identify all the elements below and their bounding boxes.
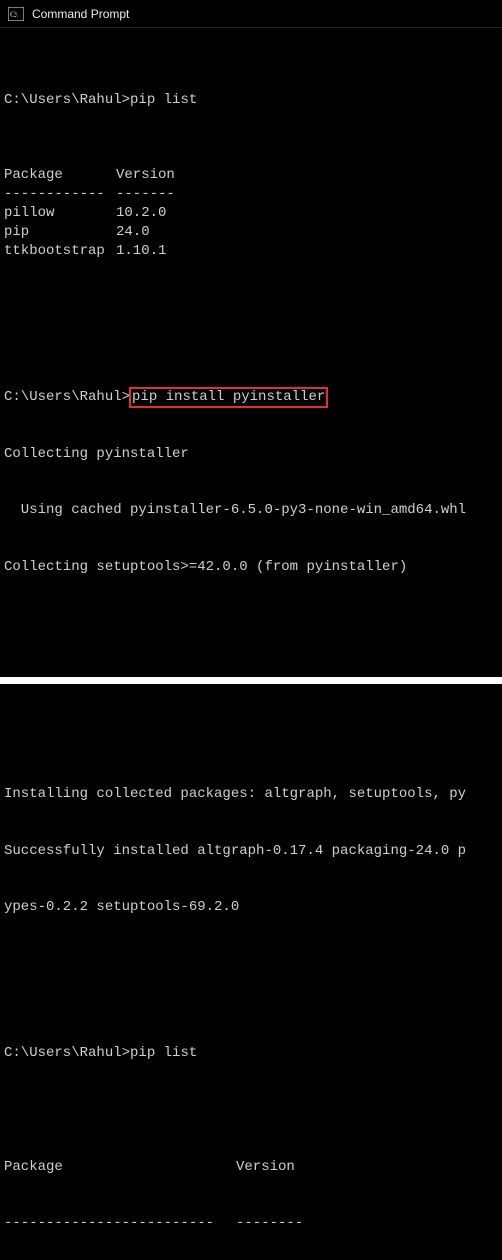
section-gap <box>0 677 502 684</box>
install-summary-line: ypes-0.2.2 setuptools-69.2.0 <box>4 898 498 917</box>
install-summary-line: Installing collected packages: altgraph,… <box>4 785 498 804</box>
table-row: pip24.0 <box>4 223 175 242</box>
cmd-text: pip list <box>130 92 197 108</box>
block1-cmd-line: C:\Users\Rahul>pip list <box>4 91 498 110</box>
svg-text:C:\: C:\ <box>10 10 19 19</box>
install-output-line: Collecting setuptools>=42.0.0 (from pyin… <box>4 558 498 577</box>
header-package: Package <box>4 1158 236 1177</box>
pip-list-table-1: Package Version ------------ ------- pil… <box>4 166 175 260</box>
window-titlebar[interactable]: C:\ Command Prompt <box>0 0 502 28</box>
cmd-icon: C:\ <box>8 7 24 21</box>
table-separator: --------------------------------- <box>4 1214 498 1233</box>
table-separator: ------------ ------- <box>4 185 175 204</box>
install-output-line: Collecting pyinstaller <box>4 445 498 464</box>
header-version: Version <box>236 1159 295 1175</box>
pip-list-table-2: PackageVersion -------------------------… <box>4 1120 498 1260</box>
block2-cmd-line: C:\Users\Rahul>pip list <box>4 1044 498 1063</box>
terminal-area[interactable]: C:\Users\Rahul>pip list Package Version … <box>0 28 502 1260</box>
install-cmd-line: C:\Users\Rahul>pip install pyinstaller <box>4 388 498 407</box>
cmd-text: pip list <box>130 1045 197 1061</box>
install-output-line: Using cached pyinstaller-6.5.0-py3-none-… <box>4 501 498 520</box>
prompt: C:\Users\Rahul> <box>4 1045 130 1061</box>
header-package: Package <box>4 166 116 185</box>
table-row: ttkbootstrap1.10.1 <box>4 242 175 261</box>
table-header: PackageVersion <box>4 1158 498 1177</box>
highlighted-install-command: pip install pyinstaller <box>130 388 327 407</box>
prompt: C:\Users\Rahul> <box>4 92 130 108</box>
window-title: Command Prompt <box>32 7 129 21</box>
header-version: Version <box>116 166 175 185</box>
install-summary-line: Successfully installed altgraph-0.17.4 p… <box>4 842 498 861</box>
table-row: pillow10.2.0 <box>4 204 175 223</box>
prompt: C:\Users\Rahul> <box>4 389 130 405</box>
table-header: Package Version <box>4 166 175 185</box>
